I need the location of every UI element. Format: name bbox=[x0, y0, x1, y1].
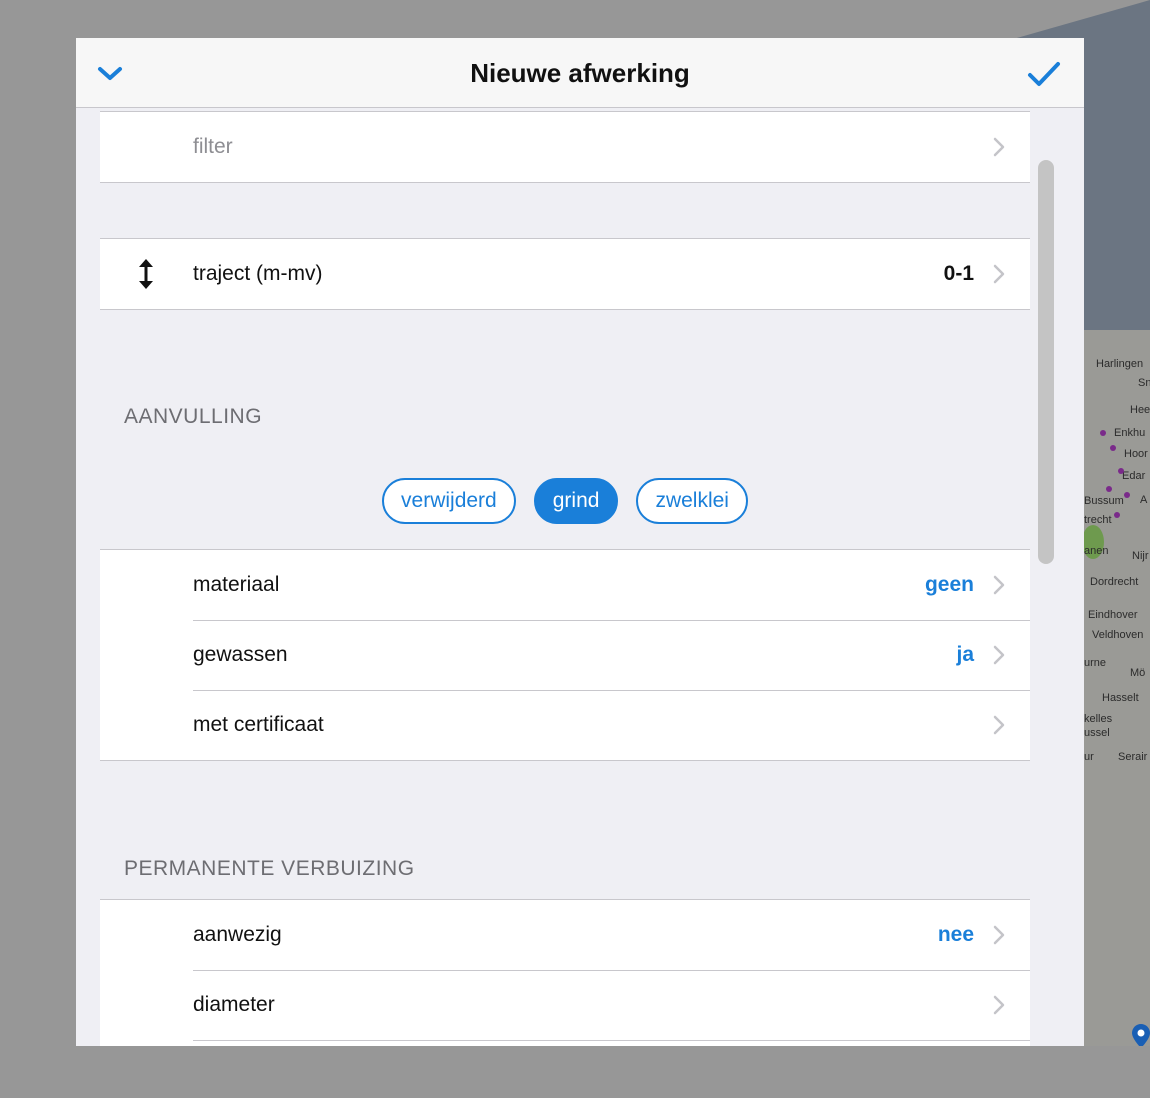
map-marker bbox=[1114, 512, 1120, 518]
map-label: anen bbox=[1084, 545, 1109, 557]
map-label: Hoor bbox=[1124, 448, 1148, 460]
map-label: ussel bbox=[1084, 727, 1110, 739]
map-label: kelles bbox=[1084, 713, 1113, 725]
aanvulling-materiaal-row[interactable]: materiaal geen bbox=[100, 550, 1030, 620]
map-marker bbox=[1124, 492, 1130, 498]
chip-zwelklei[interactable]: zwelklei bbox=[636, 478, 748, 524]
map-label: Nijr bbox=[1132, 550, 1149, 562]
verbuizing-diameter-row[interactable]: diameter bbox=[100, 970, 1030, 1040]
vertical-scrollbar[interactable] bbox=[1038, 160, 1054, 564]
chip-verwijderd[interactable]: verwijderd bbox=[382, 478, 516, 524]
row-label: gewassen bbox=[193, 643, 288, 666]
map-label: urne bbox=[1084, 657, 1107, 669]
location-pin-icon[interactable] bbox=[1132, 1024, 1150, 1048]
traject-group: traject (m-mv) 0-1 bbox=[100, 238, 1030, 310]
chevron-right-icon bbox=[993, 715, 1005, 735]
form-scroll-area[interactable]: filter traject (m-mv) 0-1 AANVULLING ver… bbox=[76, 108, 1084, 1046]
chevron-right-icon bbox=[993, 995, 1005, 1015]
row-label: aanwezig bbox=[193, 923, 282, 946]
map-marker bbox=[1106, 486, 1112, 492]
map-label: Hee bbox=[1130, 404, 1150, 416]
confirm-button[interactable] bbox=[1024, 54, 1064, 94]
map-label: Dordrecht bbox=[1090, 576, 1139, 588]
map-label: Serair bbox=[1118, 751, 1148, 763]
vertical-arrows-icon bbox=[136, 256, 156, 292]
map-label: Veldhoven bbox=[1092, 629, 1144, 641]
row-label: met certificaat bbox=[193, 713, 324, 736]
chevron-right-icon bbox=[993, 645, 1005, 665]
map-label: Sn bbox=[1138, 377, 1150, 389]
map-label: Edar bbox=[1122, 470, 1146, 482]
verbuizing-aanwezig-row[interactable]: aanwezig nee bbox=[100, 900, 1030, 970]
map-label: Mö bbox=[1130, 667, 1146, 679]
row-label: materiaal bbox=[193, 573, 280, 596]
row-value: geen bbox=[924, 573, 974, 596]
map-label: trecht bbox=[1084, 514, 1112, 526]
chevron-right-icon bbox=[993, 575, 1005, 595]
map-label: Eindhover bbox=[1088, 609, 1138, 621]
row-value: ja bbox=[956, 643, 974, 666]
map-label: Bussum bbox=[1084, 495, 1124, 507]
chip-grind[interactable]: grind bbox=[533, 478, 619, 524]
filter-label: filter bbox=[193, 135, 233, 158]
verbuizing-materiaal-row[interactable]: materiaal bbox=[100, 1040, 1030, 1046]
aanvulling-certificaat-row[interactable]: met certificaat bbox=[100, 690, 1030, 760]
chevron-right-icon bbox=[993, 925, 1005, 945]
verbuizing-group: aanwezig nee diameter materiaal bbox=[100, 899, 1030, 1046]
chevron-right-icon bbox=[993, 264, 1005, 284]
aanvulling-chip-group: verwijderd grind zwelklei bbox=[76, 478, 1054, 524]
aanvulling-group: materiaal geen gewassen ja met certifica… bbox=[100, 549, 1030, 761]
map-label: Hasselt bbox=[1102, 692, 1139, 704]
map-bottom-strip bbox=[1010, 1046, 1150, 1098]
filter-group: filter bbox=[100, 111, 1030, 183]
map-label: Enkhu bbox=[1114, 427, 1146, 439]
traject-row[interactable]: traject (m-mv) 0-1 bbox=[100, 239, 1030, 309]
checkmark-icon bbox=[1028, 62, 1060, 86]
traject-value: 0-1 bbox=[943, 262, 974, 285]
section-header-verbuizing: PERMANENTE VERBUIZING bbox=[124, 857, 415, 880]
row-label: diameter bbox=[193, 993, 275, 1016]
row-value: nee bbox=[937, 923, 974, 946]
navigation-bar: Nieuwe afwerking bbox=[76, 38, 1084, 108]
map-marker bbox=[1100, 430, 1106, 436]
map-label: Harlingen bbox=[1096, 358, 1144, 370]
map-label: ur bbox=[1084, 751, 1094, 763]
map-marker bbox=[1110, 445, 1116, 451]
filter-row[interactable]: filter bbox=[100, 112, 1030, 182]
traject-label: traject (m-mv) bbox=[193, 262, 323, 285]
new-finish-sheet: Nieuwe afwerking filter traject (m-mv) 0… bbox=[76, 38, 1084, 1046]
page-title: Nieuwe afwerking bbox=[470, 58, 690, 88]
section-header-aanvulling: AANVULLING bbox=[124, 405, 263, 428]
aanvulling-gewassen-row[interactable]: gewassen ja bbox=[100, 620, 1030, 690]
map-marker bbox=[1118, 468, 1124, 474]
map-label: A bbox=[1140, 494, 1148, 506]
chevron-right-icon bbox=[993, 137, 1005, 157]
